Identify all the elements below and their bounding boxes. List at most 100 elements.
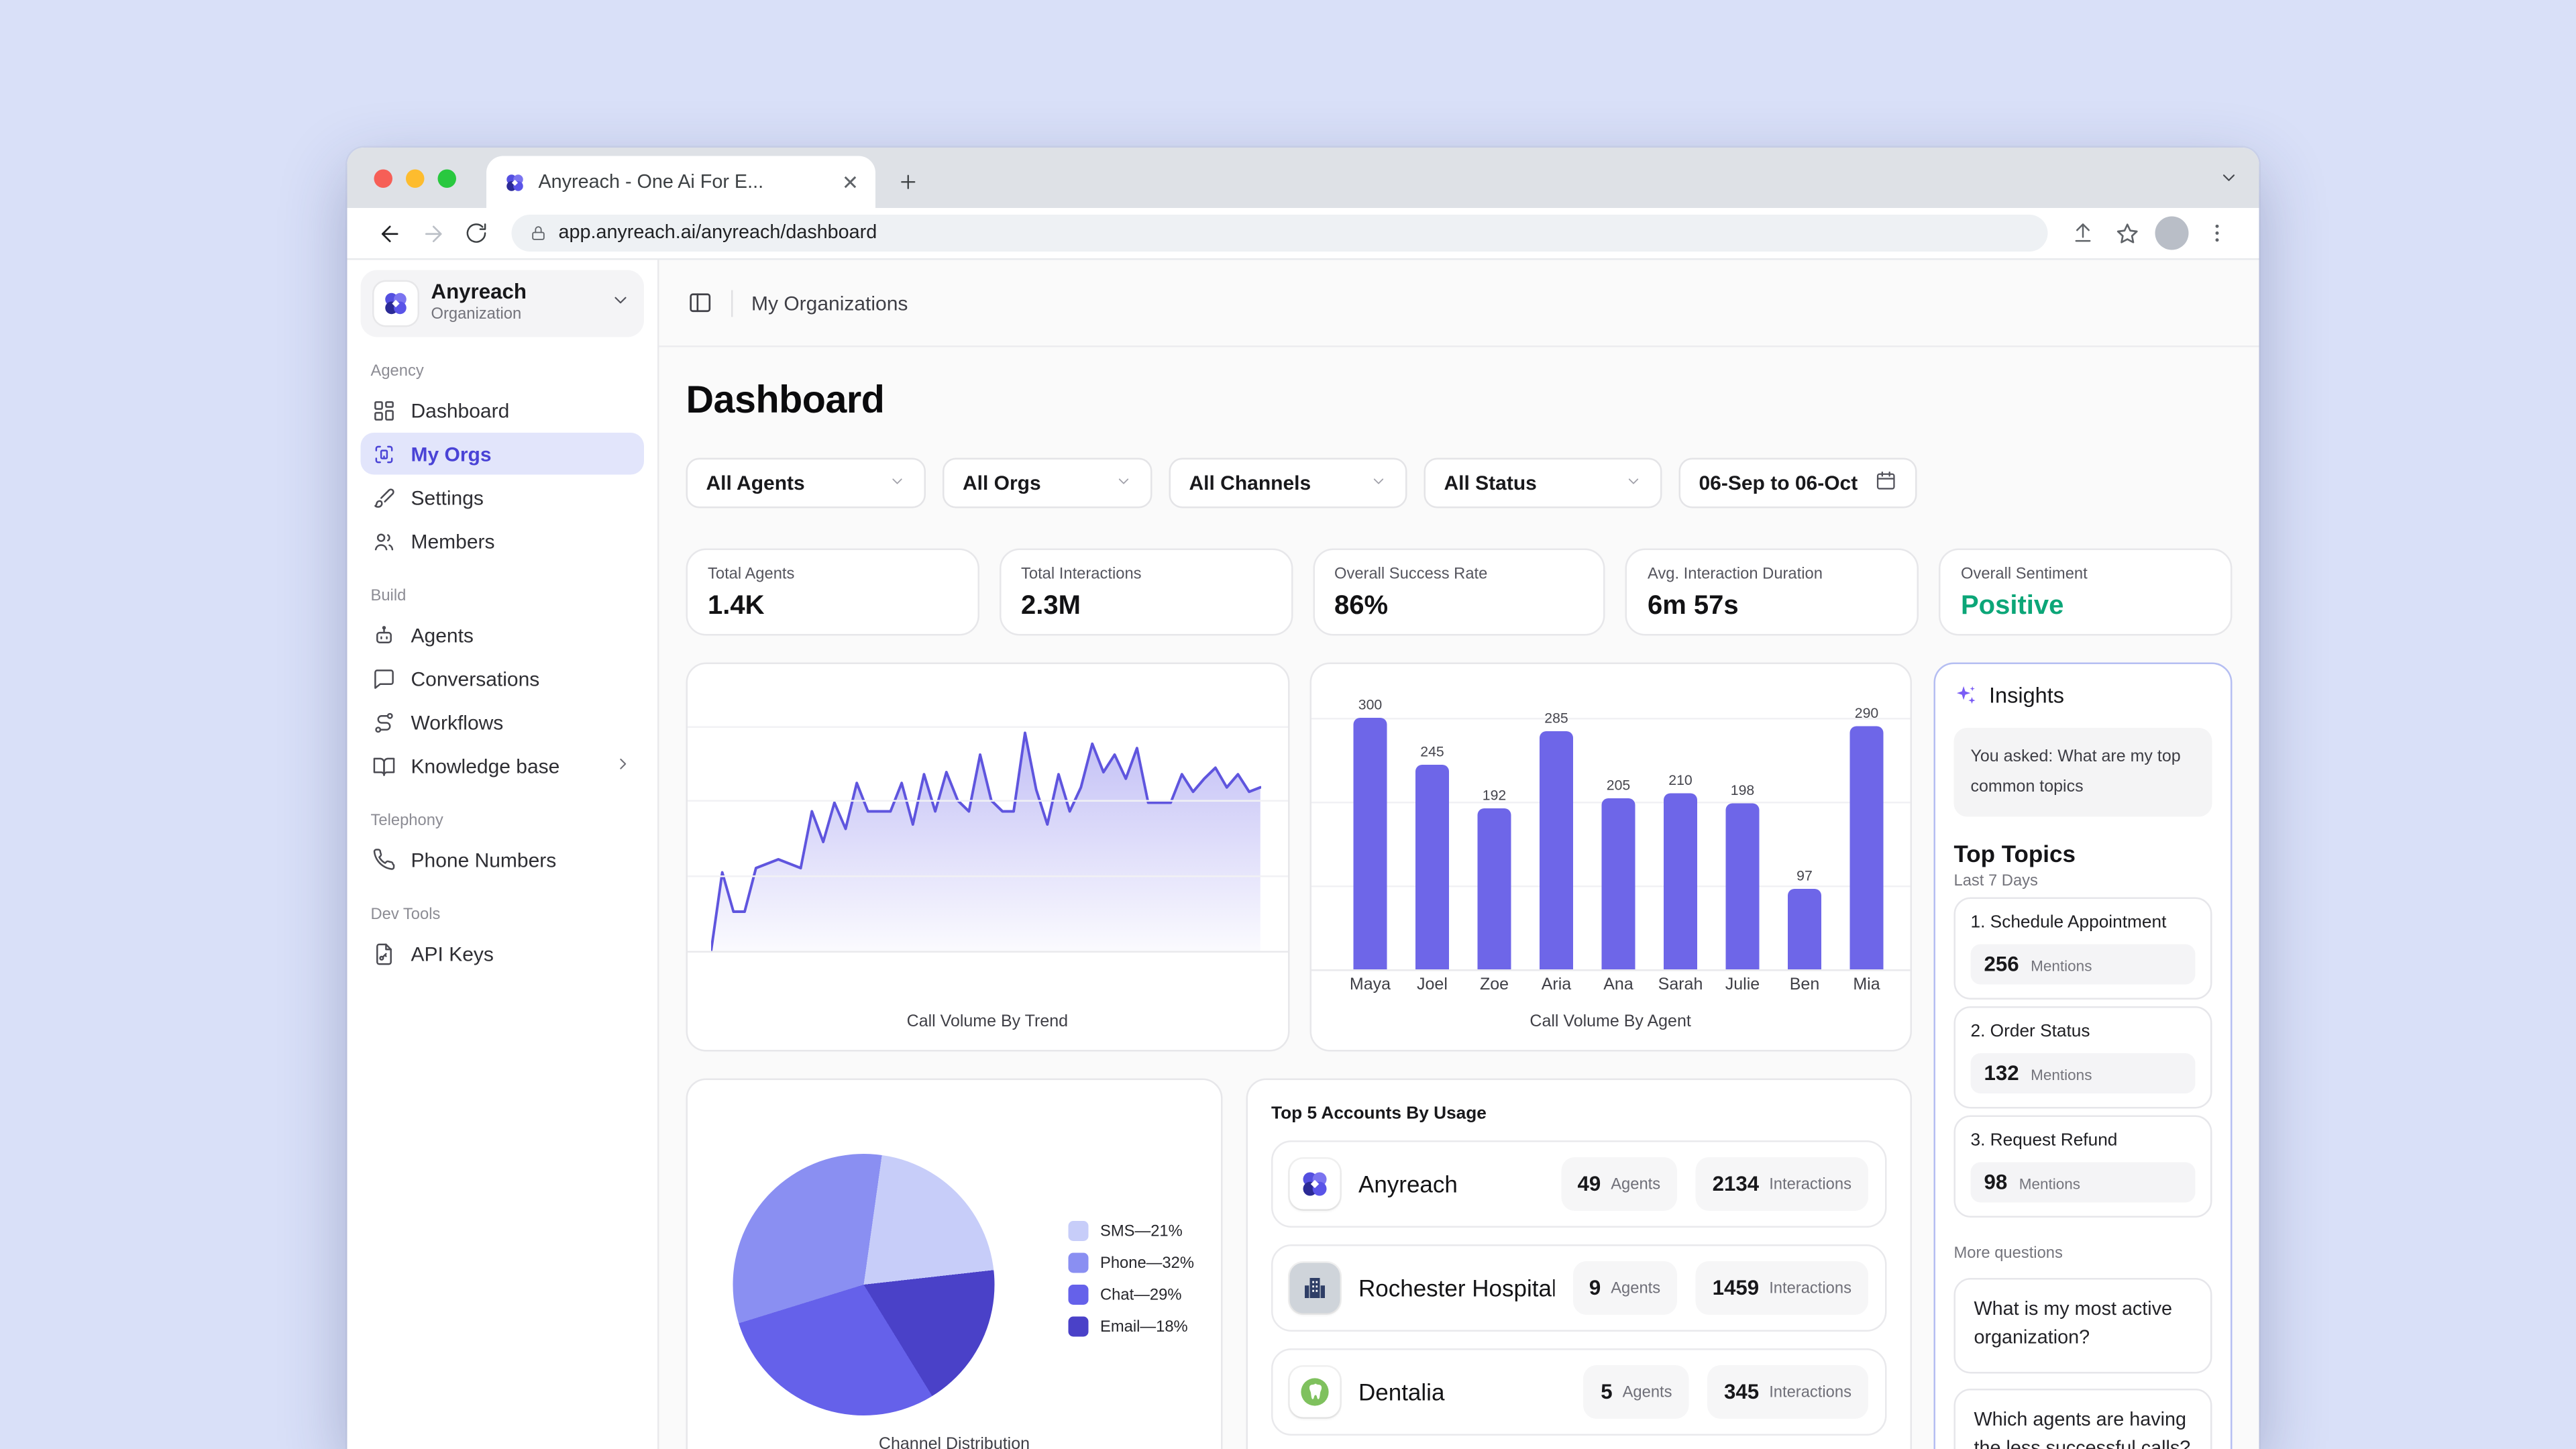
interactions-count: 2134 (1713, 1173, 1760, 1196)
chevron-down-icon (1116, 472, 1132, 495)
filter-all-agents[interactable]: All Agents (686, 458, 926, 508)
bar-slot: 205Ana (1587, 664, 1650, 1052)
lower-grid: Call Volume By Trend 300Maya245Joel192Zo… (686, 663, 2233, 1449)
sidebar-item-phone-numbers[interactable]: Phone Numbers (361, 839, 645, 881)
bar (1478, 808, 1511, 969)
browser-tab[interactable]: Anyreach - One Ai For E... ✕ (486, 156, 875, 209)
file-key-icon (372, 942, 396, 965)
phone-icon (372, 848, 396, 871)
tab-list-chevron-icon[interactable] (2219, 166, 2239, 197)
brush-icon (372, 486, 396, 509)
stat-label: Overall Success Rate (1334, 566, 1584, 584)
legend-label: Phone—32% (1100, 1254, 1194, 1273)
filter-label: All Agents (706, 472, 805, 495)
date-range-label: 06-Sep to 06-Oct (1699, 472, 1858, 495)
bar-category-label: Joel (1401, 976, 1464, 995)
chevron-right-icon (614, 754, 633, 777)
anyreach-favicon (503, 170, 527, 194)
suggested-question-2[interactable]: Which agents are having the less success… (1954, 1388, 2212, 1449)
reload-button[interactable] (455, 211, 498, 255)
bar-category-label: Julie (1711, 976, 1774, 995)
anyreach-logo (374, 282, 418, 325)
sidebar-item-conversations[interactable]: Conversations (361, 657, 645, 700)
topic-card-1: 1. Schedule Appointment 256 Mentions (1954, 898, 2212, 1000)
stat-label: Total Agents (708, 566, 957, 584)
bar-value-label: 192 (1463, 787, 1525, 804)
interactions-label: Interactions (1769, 1279, 1851, 1297)
bar-chart-card: 300Maya245Joel192Zoe285Aria205Ana210Sara… (1309, 663, 1912, 1052)
legend-swatch (1069, 1253, 1089, 1273)
topic-name: 3. Request Refund (1971, 1130, 2196, 1150)
legend-swatch (1069, 1317, 1089, 1337)
chart-caption: Call Volume By Trend (688, 1013, 1287, 1032)
bar-category-label: Ana (1587, 976, 1650, 995)
agents-label: Agents (1611, 1175, 1660, 1193)
browser-menu-icon[interactable] (2196, 211, 2239, 255)
sidebar-item-label: Agents (411, 623, 474, 647)
stat-label: Total Interactions (1021, 566, 1271, 584)
bar-category-label: Mia (1835, 976, 1898, 995)
section-label-telephony: Telephony (371, 812, 635, 830)
legend-label: Email—18% (1100, 1318, 1188, 1336)
browser-window: Anyreach - One Ai For E... ✕ (347, 148, 2259, 1449)
sidebar-item-workflows[interactable]: Workflows (361, 701, 645, 743)
account-row-rochester[interactable]: Rochester Hospital 9 Agents 1459 Interac… (1271, 1244, 1887, 1332)
share-upload-icon[interactable] (2061, 211, 2105, 255)
chevron-down-icon (889, 472, 906, 495)
sidebar-item-dashboard[interactable]: Dashboard (361, 389, 645, 431)
gridline (688, 951, 1287, 953)
sidebar-item-members[interactable]: Members (361, 520, 645, 562)
section-label-build: Build (371, 587, 635, 606)
filter-label: All Channels (1189, 472, 1311, 495)
tooth-icon (1290, 1367, 1340, 1417)
sparkles-icon (1954, 684, 1978, 707)
close-window-button[interactable] (374, 168, 393, 187)
stat-sentiment: Overall Sentiment Positive (1939, 549, 2232, 636)
mentions-count: 132 (1984, 1062, 2019, 1085)
sidebar-item-knowledge-base[interactable]: Knowledge base (361, 745, 645, 787)
bar-value-label: 300 (1339, 696, 1401, 713)
route-icon (372, 710, 396, 734)
profile-avatar[interactable] (2155, 217, 2189, 250)
bar (1850, 727, 1884, 970)
mentions-box: 98 Mentions (1971, 1163, 2196, 1203)
bar-slot: 192Zoe (1463, 664, 1525, 1052)
filter-all-orgs[interactable]: All Orgs (943, 458, 1152, 508)
bookmark-star-icon[interactable] (2105, 211, 2149, 255)
bot-icon (372, 623, 396, 647)
legend-swatch (1069, 1221, 1089, 1241)
sidebar-item-settings[interactable]: Settings (361, 476, 645, 519)
zoom-window-button[interactable] (438, 168, 457, 187)
sidebar-item-label: Knowledge base (411, 754, 560, 777)
sidebar-item-my-orgs[interactable]: My Orgs (361, 433, 645, 475)
filter-all-status[interactable]: All Status (1424, 458, 1662, 508)
filter-all-channels[interactable]: All Channels (1169, 458, 1407, 508)
minimize-window-button[interactable] (406, 168, 425, 187)
new-tab-button[interactable] (885, 160, 929, 203)
sidebar-toggle-icon[interactable] (688, 290, 713, 316)
sidebar-item-agents[interactable]: Agents (361, 614, 645, 656)
mentions-label: Mentions (2031, 1067, 2092, 1083)
account-name: Dentalia (1358, 1379, 1566, 1405)
hospital-building-icon (1290, 1263, 1340, 1313)
forward-button[interactable] (411, 211, 455, 255)
address-bar[interactable]: app.anyreach.ai/anyreach/dashboard (512, 215, 2048, 252)
back-button[interactable] (368, 211, 411, 255)
agents-pill: 49 Agents (1560, 1157, 1677, 1211)
bar-slot: 245Joel (1401, 664, 1464, 1052)
stat-value: Positive (1961, 592, 2210, 623)
org-switcher[interactable]: Anyreach Organization (361, 270, 645, 337)
top-topics-subtitle: Last 7 Days (1954, 872, 2212, 891)
legend-label: SMS—21% (1100, 1222, 1183, 1240)
window-controls[interactable] (374, 148, 457, 208)
suggested-question-1[interactable]: What is my most active organization? (1954, 1278, 2212, 1373)
account-row-anyreach[interactable]: Anyreach 49 Agents 2134 Interactions (1271, 1140, 1887, 1228)
dashboard-content: Dashboard All Agents All Orgs All Channe… (659, 347, 2259, 1449)
tab-close-icon[interactable]: ✕ (842, 172, 859, 192)
chart-caption: Call Volume By Agent (1311, 1013, 1911, 1032)
bar (1354, 718, 1387, 969)
date-range-picker[interactable]: 06-Sep to 06-Oct (1679, 458, 1917, 508)
topic-card-2: 2. Order Status 132 Mentions (1954, 1006, 2212, 1109)
account-row-dentalia[interactable]: Dentalia 5 Agents 345 Interactions (1271, 1348, 1887, 1436)
sidebar-item-api-keys[interactable]: API Keys (361, 932, 645, 975)
